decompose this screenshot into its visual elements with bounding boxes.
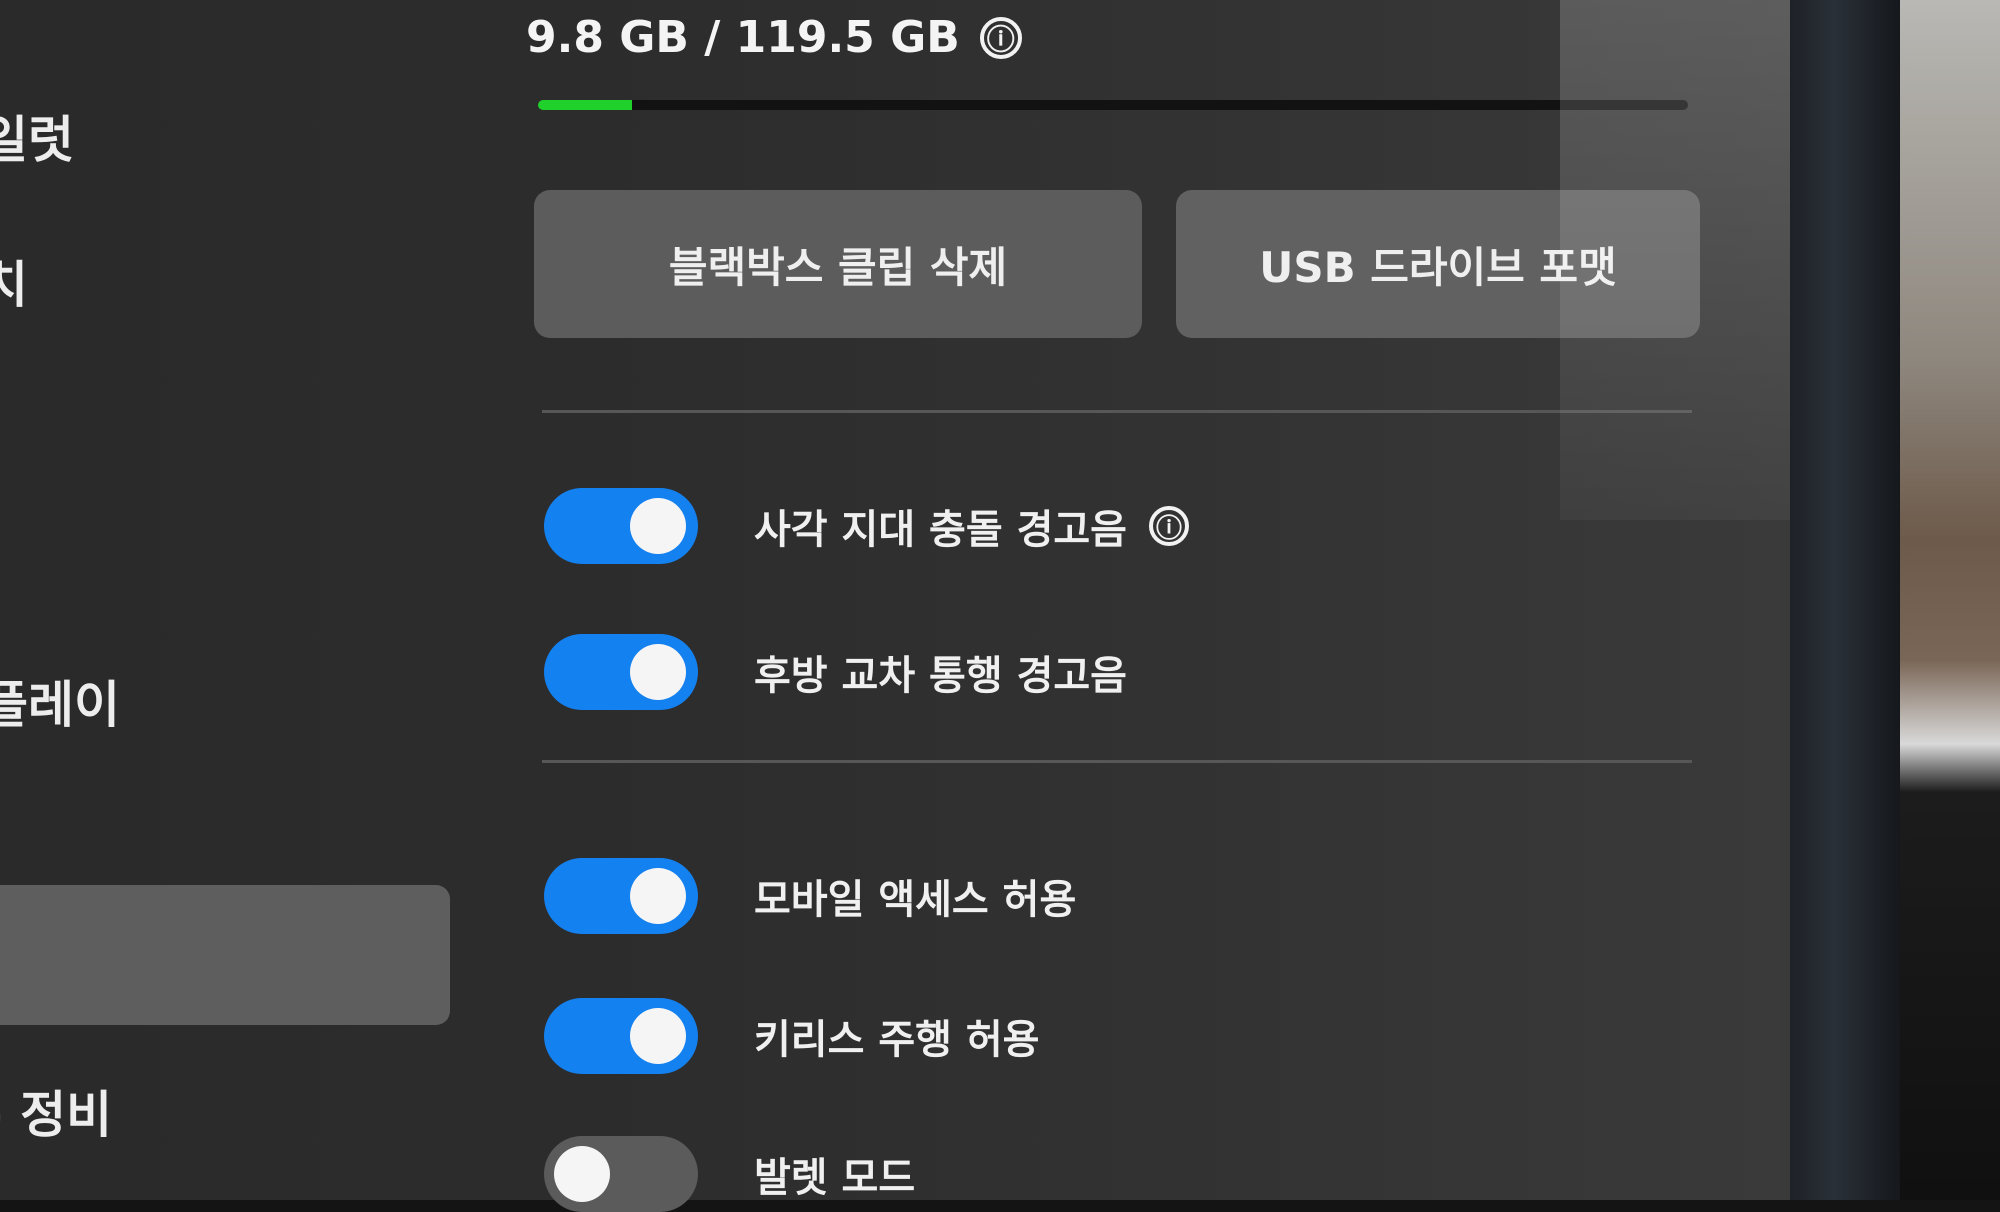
section-divider [542,410,1692,413]
sidebar-item-autopilot[interactable]: 일럿 [0,100,74,172]
car-interior-background [1900,0,2000,1200]
blind-spot-info-icon[interactable]: ⓘ [1148,506,1189,546]
toggle-row-keyless-driving: 키리스 주행 허용 [544,998,1039,1074]
section-divider [542,760,1692,763]
keyless-driving-label: 키리스 주행 허용 [754,1017,1040,1063]
valet-mode-label: 발렛 모드 [754,1155,916,1201]
display-bezel [1790,0,1900,1200]
toggle-knob [554,1146,610,1202]
storage-usage: 9.8 GB / 119.5 GB ⓘ [526,12,1022,63]
format-usb-drive-button[interactable]: USB 드라이브 포맷 [1176,190,1700,338]
mobile-access-toggle[interactable] [544,858,698,934]
storage-usage-text: 9.8 GB / 119.5 GB [526,12,960,63]
mobile-access-label: 모바일 액세스 허용 [754,877,1077,923]
toggle-row-mobile-access: 모바일 액세스 허용 [544,858,1076,934]
settings-panel: 9.8 GB / 119.5 GB ⓘ 블랙박스 클립 삭제 USB 드라이브 … [520,0,1700,1212]
sidebar-item-locks[interactable]: 치 [0,245,28,317]
toggle-knob [630,644,686,700]
storage-actions: 블랙박스 클립 삭제 USB 드라이브 포맷 [534,190,1700,338]
touchscreen-display: 일럿 치 플레이 - 정비 9.8 GB / 119.5 GB ⓘ 블랙박스 클… [0,0,1790,1212]
storage-progress-fill [538,100,633,110]
sidebar-item-service[interactable]: - 정비 [0,1075,112,1147]
blind-spot-chime-toggle[interactable] [544,488,698,564]
rear-cross-traffic-chime-toggle[interactable] [544,634,698,710]
toggle-row-rear-cross-traffic: 후방 교차 통행 경고음 [544,634,1127,710]
toggle-knob [630,868,686,924]
sidebar-item-display[interactable]: 플레이 [0,665,120,737]
toggle-knob [630,1008,686,1064]
delete-dashcam-clips-button[interactable]: 블랙박스 클립 삭제 [534,190,1142,338]
toggle-knob [630,498,686,554]
valet-mode-toggle[interactable] [544,1136,698,1212]
blind-spot-chime-label: 사각 지대 충돌 경고음 [754,507,1127,553]
storage-info-icon[interactable]: ⓘ [979,16,1022,59]
toggle-row-blind-spot-chime: 사각 지대 충돌 경고음 ⓘ [544,488,1189,564]
storage-progress-bar [538,100,1688,110]
rear-cross-traffic-chime-label: 후방 교차 통행 경고음 [754,653,1127,699]
sidebar-item-safety-selected[interactable] [0,885,450,1025]
keyless-driving-toggle[interactable] [544,998,698,1074]
toggle-row-valet-mode: 발렛 모드 [544,1136,915,1212]
settings-sidebar: 일럿 치 플레이 - 정비 [0,0,470,1200]
